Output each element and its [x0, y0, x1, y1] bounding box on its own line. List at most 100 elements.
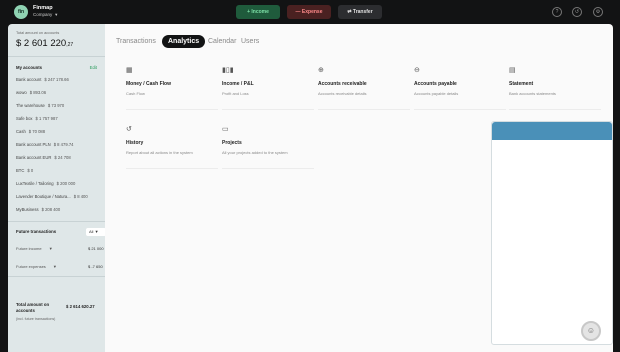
chevron-down-icon: ▼	[48, 246, 53, 251]
future-income-value: $ 21 000	[88, 246, 104, 251]
history-icon[interactable]: ↺	[572, 7, 582, 17]
account-amount: $ 24 708	[54, 155, 71, 160]
account-name: BTC	[16, 168, 25, 173]
account-item[interactable]: The warehouse $ 73 970	[16, 103, 64, 108]
help-icon[interactable]: ?	[552, 7, 562, 17]
account-amount: $ 208 400	[41, 207, 61, 212]
calendar-icon: ▦	[126, 67, 133, 74]
account-item[interactable]: Safe box $ 1 757 987	[16, 116, 58, 121]
account-amount: $ 8 479.74	[53, 142, 74, 147]
account-name: Cash	[16, 129, 26, 134]
card-description: Report about all actions in the system	[126, 150, 193, 155]
account-amount: $ 200 000	[56, 181, 76, 186]
account-name: The warehouse	[16, 103, 45, 108]
account-item[interactable]: wowo $ 893.06	[16, 90, 46, 95]
sidebar: Total amount on accounts $ 2 601 220,27 …	[8, 24, 106, 352]
total-incl-future-label: Total amount on accounts	[16, 302, 50, 313]
account-item[interactable]: BTC $ 0	[16, 168, 33, 173]
edit-accounts-link[interactable]: Edit	[90, 65, 97, 70]
card-title: Money / Cash Flow	[126, 81, 172, 87]
account-item[interactable]: Bank account PLN $ 8 479.74	[16, 142, 73, 147]
account-item[interactable]: LuxTextile / Tailoring $ 200 000	[16, 181, 75, 186]
tab-transactions[interactable]: Transactions	[116, 38, 156, 45]
my-accounts-heading: My accounts	[16, 65, 43, 70]
account-name: Bank account EUR	[16, 155, 52, 160]
chevron-down-icon: ▼	[52, 264, 57, 269]
account-name: Bank account PLN	[16, 142, 51, 147]
divider	[8, 221, 105, 222]
account-name: Safe box	[16, 116, 33, 121]
card-title: Accounts payable	[414, 81, 457, 87]
arrow-in-icon: ⊕	[318, 67, 324, 74]
account-item[interactable]: Bank account $ 247 178.66	[16, 77, 69, 82]
future-expenses-label: Future expenses	[16, 264, 46, 269]
card-title: Projects	[222, 140, 242, 146]
card-description: Accounts payable details	[414, 91, 459, 96]
add-income-button[interactable]: + Income	[236, 5, 280, 19]
account-amount: $ 8 400	[73, 194, 88, 199]
future-income-toggle[interactable]: Future income ▼	[16, 246, 53, 251]
card-description: Bank accounts statements	[509, 91, 556, 96]
card-description: Profit and Loss	[222, 91, 249, 96]
chevron-down-icon: ▼	[94, 229, 99, 234]
future-expenses-value: $ -7 650	[88, 264, 103, 269]
add-expense-button[interactable]: — Expense	[287, 5, 331, 19]
future-transactions-heading: Future transactions	[16, 229, 57, 234]
card-description: All your projects added to the system	[222, 150, 288, 155]
card-title: History	[126, 140, 144, 146]
company-selector[interactable]: Company ▼	[33, 12, 58, 17]
settings-icon[interactable]: ⚙	[593, 7, 603, 17]
total-amount-label: Total amount on accounts	[16, 31, 60, 35]
document-icon: ▤	[509, 67, 516, 74]
chevron-down-icon: ▼	[54, 12, 59, 17]
total-amount-cents: ,27	[66, 42, 74, 48]
account-amount: $ 0	[27, 168, 34, 173]
floating-panel[interactable]	[491, 121, 613, 345]
add-transfer-button[interactable]: ⇄ Transfer	[338, 5, 382, 19]
report-card-accounts-receivable[interactable]: ⊕ Accounts receivable Accounts receivabl…	[318, 66, 410, 110]
account-item[interactable]: Lavender Boutique / Natura... $ 8 400	[16, 194, 88, 199]
bar-chart-icon: ▮▯▮	[222, 67, 234, 74]
divider	[8, 56, 105, 57]
report-card-accounts-payable[interactable]: ⊖ Accounts payable Accounts payable deta…	[414, 66, 506, 110]
account-name: Lavender Boutique / Natura...	[16, 194, 71, 199]
history-icon: ↺	[126, 126, 132, 133]
company-label: Company	[33, 12, 53, 17]
report-card-history[interactable]: ↺ History Report about all actions in th…	[126, 125, 218, 169]
account-amount: $ 70 088	[28, 129, 46, 134]
future-filter-select[interactable]: All ▼	[86, 228, 106, 236]
tab-analytics[interactable]: Analytics	[162, 35, 206, 48]
arrow-out-icon: ⊖	[414, 67, 420, 74]
card-description: Accounts receivable details	[318, 91, 367, 96]
report-card-cash-flow[interactable]: ▦ Money / Cash Flow Cash Flow	[126, 66, 218, 110]
chat-support-icon[interactable]: ☺	[581, 321, 601, 341]
future-income-label: Future income	[16, 246, 42, 251]
account-name: MyBusiness	[16, 207, 39, 212]
folder-icon: ▭	[222, 126, 229, 133]
top-bar: fin Finmap Company ▼ + Income — Expense ⇄…	[0, 0, 620, 24]
card-title: Statement	[509, 81, 534, 87]
report-card-projects[interactable]: ▭ Projects All your projects added to th…	[222, 125, 314, 169]
account-item[interactable]: Cash $ 70 088	[16, 129, 45, 134]
tab-users[interactable]: Users	[241, 38, 259, 45]
total-amount-value: $ 2 601 220	[16, 38, 67, 49]
floating-panel-header	[492, 122, 612, 140]
total-incl-future-note: (incl. future transactions)	[16, 317, 56, 321]
account-amount: $ 73 970	[47, 103, 65, 108]
account-item[interactable]: MyBusiness $ 208 400	[16, 207, 60, 212]
account-amount: $ 247 178.66	[44, 77, 69, 82]
tab-calendar[interactable]: Calendar	[208, 38, 236, 45]
card-title: Accounts receivable	[318, 81, 367, 87]
report-card-income-pl[interactable]: ▮▯▮ Income / P&L Profit and Loss	[222, 66, 314, 110]
report-card-statement[interactable]: ▤ Statement Bank accounts statements	[509, 66, 601, 110]
total-incl-future-value: $ 2 614 620.27	[66, 304, 95, 309]
account-item[interactable]: Bank account EUR $ 24 708	[16, 155, 71, 160]
account-amount: $ 893.06	[29, 90, 47, 95]
account-name: Bank account	[16, 77, 42, 82]
future-filter-value: All	[89, 229, 94, 234]
account-name: wowo	[16, 90, 27, 95]
app-logo[interactable]: fin	[14, 5, 28, 19]
future-expenses-toggle[interactable]: Future expenses ▼	[16, 264, 57, 269]
card-title: Income / P&L	[222, 81, 254, 87]
app-name: Finmap	[33, 5, 53, 11]
